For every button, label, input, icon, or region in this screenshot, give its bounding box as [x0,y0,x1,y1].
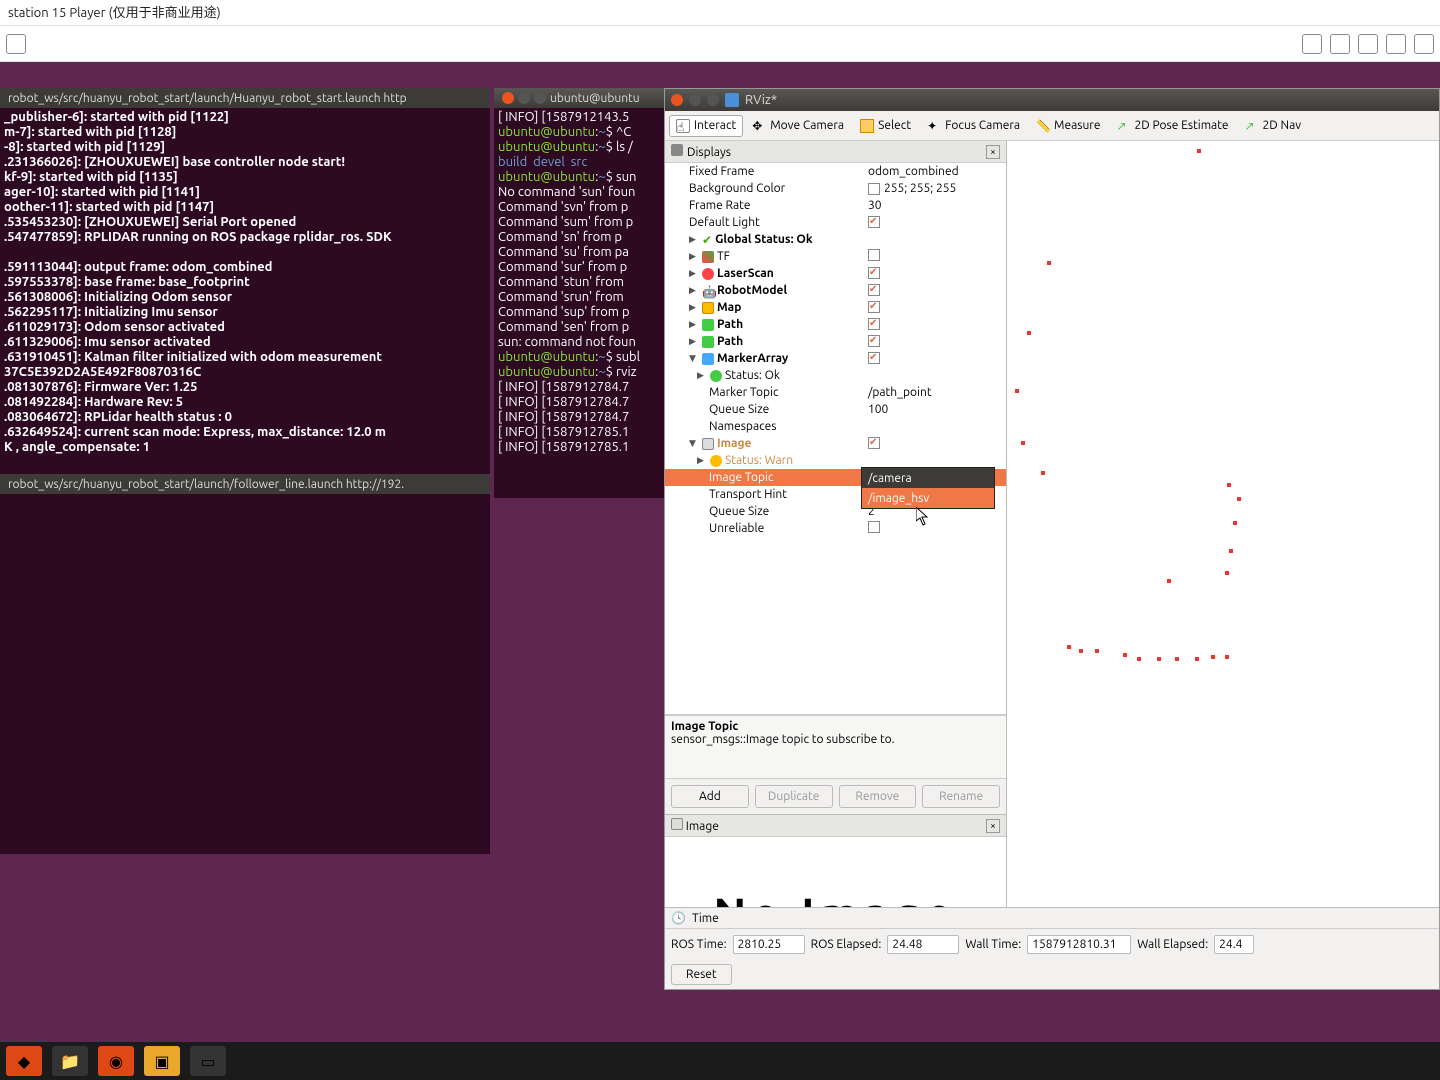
terminal-body: _publisher-6]: started with pid [1122] m… [0,108,490,457]
taskbar-app-3[interactable]: ◉ [98,1046,134,1076]
wall-time-label: Wall Time: [965,938,1021,951]
net-icon[interactable] [1358,34,1378,54]
minimize-icon[interactable] [689,94,701,106]
robotmodel-checkbox[interactable] [868,284,880,296]
terminal-body [0,494,490,498]
displays-panel: Displays × Fixed Frameodom_combined Back… [665,141,1007,989]
wall-elapsed-field[interactable] [1214,935,1254,954]
wall-time-field[interactable] [1027,935,1131,954]
property-description: Image Topic sensor_msgs::Image topic to … [665,715,1006,779]
markerarray-checkbox[interactable] [868,352,880,364]
terminal-tab[interactable]: robot_ws/src/huanyu_robot_start/launch/f… [0,474,490,494]
tool-move-camera[interactable]: ✥Move Camera [745,115,851,137]
displays-tree[interactable]: Fixed Frameodom_combined Background Colo… [665,163,1006,715]
tool-measure[interactable]: 📏Measure [1029,115,1107,137]
default-light-checkbox[interactable] [868,216,880,228]
disk-icon[interactable] [1330,34,1350,54]
displays-icon [671,144,683,156]
tool-focus-camera[interactable]: ✦Focus Camera [920,115,1027,137]
vm-icon[interactable] [6,34,26,54]
robot-icon: 🤖 [702,285,714,297]
close-icon[interactable]: × [986,819,1000,833]
map-checkbox[interactable] [868,301,880,313]
vmware-titlebar: station 15 Player (仅用于非商业用途) [0,0,1440,26]
tf-icon [702,251,714,263]
warn-icon [710,455,722,467]
rviz-3d-view[interactable] [1007,141,1439,989]
image-checkbox[interactable] [868,437,880,449]
terminal-title: ubuntu@ubuntu [494,88,664,108]
path2-checkbox[interactable] [868,335,880,347]
displays-title[interactable]: Displays × [665,141,1006,163]
vmware-toolbar [0,26,1440,62]
close-icon[interactable] [502,92,514,104]
tool-2d-pose-estimate[interactable]: ↗2D Pose Estimate [1109,115,1235,137]
terminal-body: [ INFO] [1587912143.5ubuntu@ubuntu:~$ ^C… [494,108,664,457]
rviz-titlebar[interactable]: RViz* [665,89,1439,111]
terminal-tab[interactable]: robot_ws/src/huanyu_robot_start/launch/H… [0,88,490,108]
reset-button[interactable]: Reset [671,964,732,985]
path-icon [702,336,714,348]
tool-2d-nav-goal[interactable]: ↗2D Nav [1238,115,1309,137]
taskbar-app-4[interactable]: ▣ [144,1046,180,1076]
image-panel-title[interactable]: Image × [665,815,1006,837]
ros-elapsed-field[interactable] [887,935,959,954]
rviz-icon [725,93,739,107]
tool-interact[interactable]: ☝Interact [669,115,743,137]
laserscan-icon [702,268,714,280]
maximize-icon[interactable] [534,92,546,104]
taskbar-app-5[interactable]: ▭ [190,1046,226,1076]
terminal-launch[interactable]: robot_ws/src/huanyu_robot_start/launch/H… [0,88,490,498]
close-icon[interactable]: × [986,145,1000,159]
display-icon[interactable] [1386,34,1406,54]
marker-icon [702,353,714,365]
laserscan-checkbox[interactable] [868,267,880,279]
tool-select[interactable]: Select [853,115,918,137]
taskbar-files[interactable]: 📁 [52,1046,88,1076]
dropdown-option-image-hsv[interactable]: /image_hsv [862,488,994,508]
clock-icon: 🕓 [671,911,686,925]
display-buttons: Add Duplicate Remove Rename [665,779,1006,814]
wall-elapsed-label: Wall Elapsed: [1137,938,1208,951]
taskbar[interactable]: ◆ 📁 ◉ ▣ ▭ [0,1042,1440,1080]
image-icon [702,438,714,450]
dropdown-option-camera[interactable]: /camera [862,468,994,488]
usb-icon[interactable] [1302,34,1322,54]
maximize-icon[interactable] [707,94,719,106]
time-panel: 🕓Time ROS Time: ROS Elapsed: Wall Time: … [665,907,1439,989]
terminal-shell[interactable]: ubuntu@ubuntu [ INFO] [1587912143.5ubunt… [494,88,664,498]
unreliable-checkbox[interactable] [868,521,880,533]
path-checkbox[interactable] [868,318,880,330]
terminal-follower[interactable]: robot_ws/src/huanyu_robot_start/launch/f… [0,474,490,854]
path-icon [702,319,714,331]
taskbar-app-1[interactable]: ◆ [6,1046,42,1076]
image-topic-dropdown[interactable]: /camera /image_hsv [861,467,995,509]
close-icon[interactable] [671,94,683,106]
rviz-window: RViz* ☝Interact ✥Move Camera Select ✦Foc… [664,88,1440,990]
image-icon [671,818,683,830]
duplicate-button: Duplicate [755,785,833,808]
ok-icon [710,370,722,382]
ros-time-label: ROS Time: [671,938,727,951]
minimize-icon[interactable] [518,92,530,104]
print-icon[interactable] [1414,34,1434,54]
add-button[interactable]: Add [671,785,749,808]
rviz-toolbar: ☝Interact ✥Move Camera Select ✦Focus Cam… [665,111,1439,141]
ros-time-field[interactable] [733,935,805,954]
map-icon [702,302,714,314]
rename-button: Rename [922,785,1000,808]
tf-checkbox[interactable] [868,249,880,261]
remove-button: Remove [839,785,917,808]
ros-elapsed-label: ROS Elapsed: [811,938,882,951]
